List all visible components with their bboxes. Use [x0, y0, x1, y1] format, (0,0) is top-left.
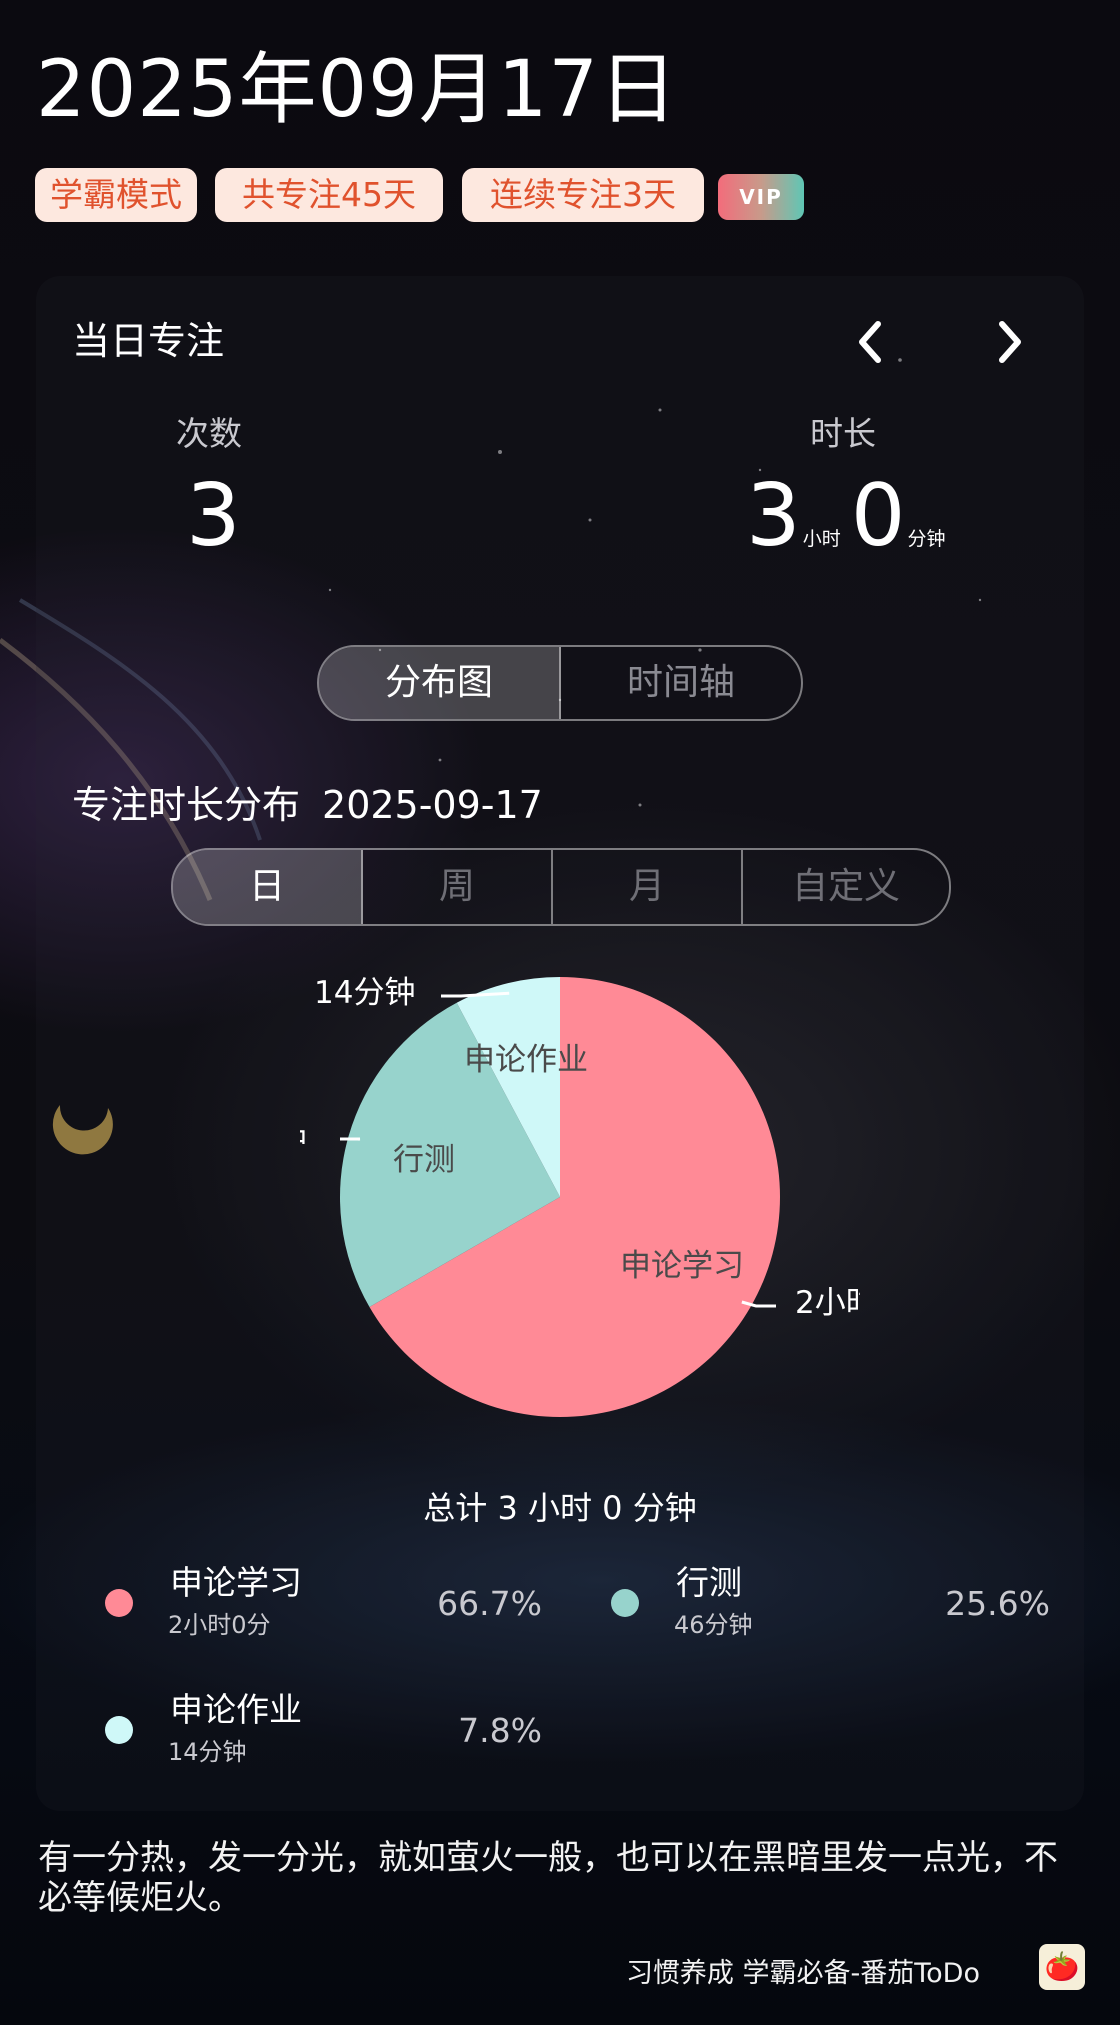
- pie-value-label-xingce: 46分钟: [300, 1122, 306, 1158]
- vip-badge: VIP: [718, 174, 804, 220]
- tab-distribution[interactable]: 分布图: [319, 647, 561, 719]
- footer-slogan: 习惯养成 学霸必备-番茄ToDo: [625, 1958, 980, 1989]
- duration-value: 3 小时 0 分钟: [746, 466, 955, 590]
- duration-minutes: 0: [850, 466, 906, 566]
- motivational-quote: 有一分热，发一分光，就如萤火一般，也可以在黑暗里发一点光，不必等候炬火。: [38, 1838, 1058, 1918]
- next-day-button[interactable]: [980, 314, 1036, 370]
- legend-name-shenlun-study: 申论学习: [170, 1563, 302, 1602]
- duration-hours-unit: 小时: [802, 528, 841, 550]
- pie-name-label-shenlun-homework: 申论作业: [464, 1042, 588, 1078]
- tomato-icon: 🍅: [1039, 1944, 1085, 1990]
- tab-week[interactable]: 周: [363, 850, 553, 924]
- distribution-title-text: 专注时长分布: [72, 783, 301, 827]
- count-value: 3: [186, 466, 241, 566]
- pie-name-label-shenlun-study: 申论学习: [620, 1248, 744, 1284]
- distribution-date: 2025-09-17: [322, 783, 543, 827]
- legend-duration-xingce: 46分钟: [674, 1611, 753, 1639]
- tag-mode: 学霸模式: [35, 168, 197, 222]
- duration-minutes-unit: 分钟: [907, 528, 946, 550]
- prev-day-button[interactable]: [844, 314, 900, 370]
- chevron-right-icon: [999, 321, 1021, 363]
- view-toggle: 分布图 时间轴: [317, 645, 803, 721]
- legend-percent-shenlun-study: 66.7%: [437, 1584, 542, 1623]
- page-title-date: 2025年09月17日: [36, 45, 679, 135]
- tag-streak: 连续专注3天: [462, 168, 704, 222]
- legend-name-xingce: 行测: [676, 1563, 742, 1602]
- chevron-left-icon: [859, 321, 881, 363]
- duration-label: 时长: [810, 414, 876, 453]
- legend-percent-shenlun-homework: 7.8%: [458, 1711, 542, 1750]
- legend-duration-shenlun-homework: 14分钟: [168, 1738, 247, 1766]
- pie-name-label-xingce: 行测: [393, 1142, 455, 1178]
- pie-value-label-shenlun-homework: 14分钟: [314, 975, 415, 1011]
- legend-duration-shenlun-study: 2小时0分: [168, 1611, 271, 1639]
- legend-dot-shenlun-study: [105, 1589, 133, 1617]
- pie-value-label-shenlun-study: 2小时0分: [795, 1285, 860, 1321]
- tab-custom[interactable]: 自定义: [743, 850, 949, 924]
- duration-hours: 3: [746, 466, 801, 566]
- distribution-title: 专注时长分布 2025-09-17: [72, 780, 543, 830]
- legend-dot-shenlun-homework: [105, 1716, 133, 1744]
- tab-month[interactable]: 月: [553, 850, 743, 924]
- daily-focus-title: 当日专注: [72, 319, 225, 363]
- tab-timeline[interactable]: 时间轴: [561, 647, 801, 719]
- legend-dot-xingce: [611, 1589, 639, 1617]
- tab-day[interactable]: 日: [173, 850, 363, 924]
- legend-name-shenlun-homework: 申论作业: [170, 1690, 302, 1729]
- count-label: 次数: [176, 414, 242, 453]
- total-duration: 总计 3 小时 0 分钟: [423, 1489, 697, 1527]
- legend-percent-xingce: 25.6%: [945, 1584, 1050, 1623]
- tag-total-days: 共专注45天: [215, 168, 443, 222]
- focus-pie-chart: 申论学习 2小时0分 行测 46分钟 申论作业 14分钟: [300, 975, 860, 1417]
- range-toggle: 日 周 月 自定义: [171, 848, 951, 926]
